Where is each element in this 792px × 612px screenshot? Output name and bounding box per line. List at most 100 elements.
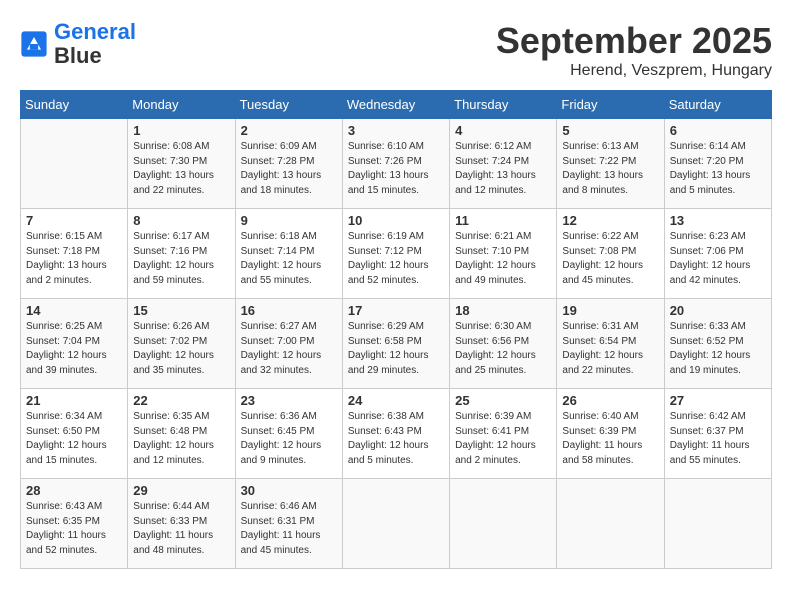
day-number: 12: [562, 213, 658, 228]
calendar-cell: 10 Sunrise: 6:19 AMSunset: 7:12 PMDayligh…: [342, 209, 449, 299]
calendar-body: 1Sunrise: 6:08 AMSunset: 7:30 PMDaylight…: [21, 119, 772, 569]
calendar-cell: 9Sunrise: 6:18 AMSunset: 7:14 PMDaylight…: [235, 209, 342, 299]
calendar-cell: [557, 479, 664, 569]
day-number: 8: [133, 213, 229, 228]
day-number: 15: [133, 303, 229, 318]
day-number: 26: [562, 393, 658, 408]
day-info: Sunrise: 6:19 AMSunset: 7:12 PMDaylight:…: [348, 230, 444, 288]
day-number: 24: [348, 393, 444, 408]
weekday-header: Sunday: [21, 91, 128, 119]
day-number: 30: [241, 483, 337, 498]
day-number: 23: [241, 393, 337, 408]
calendar-cell: 30 Sunrise: 6:46 AMSunset: 6:31 PMDayligh…: [235, 479, 342, 569]
calendar-cell: [664, 479, 771, 569]
day-info: Sunrise: 6:35 AMSunset: 6:48 PMDaylight:…: [133, 410, 229, 468]
month-title: September 2025: [496, 20, 772, 62]
calendar-cell: 5 Sunrise: 6:13 AMSunset: 7:22 PMDaylight…: [557, 119, 664, 209]
calendar-cell: 20Sunrise: 6:33 AMSunset: 6:52 PMDayligh…: [664, 299, 771, 389]
day-info: Sunrise: 6:12 AMSunset: 7:24 PMDaylight:…: [455, 140, 551, 198]
day-info: Sunrise: 6:18 AMSunset: 7:14 PMDaylight:…: [241, 230, 337, 288]
calendar-cell: 7Sunrise: 6:15 AMSunset: 7:18 PMDaylight…: [21, 209, 128, 299]
calendar-cell: 13 Sunrise: 6:23 AMSunset: 7:06 PMDayligh…: [664, 209, 771, 299]
calendar-week-row: 28 Sunrise: 6:43 AMSunset: 6:35 PMDayligh…: [21, 479, 772, 569]
weekday-header: Saturday: [664, 91, 771, 119]
weekday-header: Friday: [557, 91, 664, 119]
day-info: Sunrise: 6:34 AMSunset: 6:50 PMDaylight:…: [26, 410, 122, 468]
calendar-cell: 14 Sunrise: 6:25 AMSunset: 7:04 PMDayligh…: [21, 299, 128, 389]
logo-icon: [20, 30, 48, 58]
calendar-cell: [450, 479, 557, 569]
day-info: Sunrise: 6:17 AMSunset: 7:16 PMDaylight:…: [133, 230, 229, 288]
calendar-week-row: 1Sunrise: 6:08 AMSunset: 7:30 PMDaylight…: [21, 119, 772, 209]
day-number: 3: [348, 123, 444, 138]
calendar-cell: 6 Sunrise: 6:14 AMSunset: 7:20 PMDaylight…: [664, 119, 771, 209]
calendar-cell: 2 Sunrise: 6:09 AMSunset: 7:28 PMDaylight…: [235, 119, 342, 209]
day-number: 29: [133, 483, 229, 498]
day-info: Sunrise: 6:42 AMSunset: 6:37 PMDaylight:…: [670, 410, 766, 468]
weekday-header: Tuesday: [235, 91, 342, 119]
day-info: Sunrise: 6:14 AMSunset: 7:20 PMDaylight:…: [670, 140, 766, 198]
calendar-cell: 28 Sunrise: 6:43 AMSunset: 6:35 PMDayligh…: [21, 479, 128, 569]
day-number: 25: [455, 393, 551, 408]
day-number: 14: [26, 303, 122, 318]
day-number: 1: [133, 123, 229, 138]
day-info: Sunrise: 6:29 AMSunset: 6:58 PMDaylight:…: [348, 320, 444, 378]
day-number: 19: [562, 303, 658, 318]
day-info: Sunrise: 6:40 AMSunset: 6:39 PMDaylight:…: [562, 410, 658, 468]
day-number: 4: [455, 123, 551, 138]
calendar-cell: 29 Sunrise: 6:44 AMSunset: 6:33 PMDayligh…: [128, 479, 235, 569]
day-info: Sunrise: 6:38 AMSunset: 6:43 PMDaylight:…: [348, 410, 444, 468]
day-info: Sunrise: 6:10 AMSunset: 7:26 PMDaylight:…: [348, 140, 444, 198]
location-subtitle: Herend, Veszprem, Hungary: [496, 62, 772, 80]
calendar-cell: [21, 119, 128, 209]
logo: General Blue: [20, 20, 136, 68]
day-info: Sunrise: 6:44 AMSunset: 6:33 PMDaylight:…: [133, 500, 229, 558]
calendar-cell: 8 Sunrise: 6:17 AMSunset: 7:16 PMDaylight…: [128, 209, 235, 299]
day-info: Sunrise: 6:43 AMSunset: 6:35 PMDaylight:…: [26, 500, 122, 558]
page-header: General Blue September 2025 Herend, Vesz…: [20, 20, 772, 80]
calendar-week-row: 14 Sunrise: 6:25 AMSunset: 7:04 PMDayligh…: [21, 299, 772, 389]
calendar-cell: 4 Sunrise: 6:12 AMSunset: 7:24 PMDaylight…: [450, 119, 557, 209]
weekday-header: Wednesday: [342, 91, 449, 119]
calendar-cell: 18Sunrise: 6:30 AMSunset: 6:56 PMDayligh…: [450, 299, 557, 389]
day-info: Sunrise: 6:25 AMSunset: 7:04 PMDaylight:…: [26, 320, 122, 378]
calendar-cell: 15Sunrise: 6:26 AMSunset: 7:02 PMDayligh…: [128, 299, 235, 389]
day-info: Sunrise: 6:46 AMSunset: 6:31 PMDaylight:…: [241, 500, 337, 558]
calendar-cell: 1Sunrise: 6:08 AMSunset: 7:30 PMDaylight…: [128, 119, 235, 209]
calendar-cell: 24 Sunrise: 6:38 AMSunset: 6:43 PMDayligh…: [342, 389, 449, 479]
day-info: Sunrise: 6:30 AMSunset: 6:56 PMDaylight:…: [455, 320, 551, 378]
day-number: 6: [670, 123, 766, 138]
weekday-header-row: SundayMondayTuesdayWednesdayThursdayFrid…: [21, 91, 772, 119]
calendar-cell: 3 Sunrise: 6:10 AMSunset: 7:26 PMDaylight…: [342, 119, 449, 209]
calendar-week-row: 7Sunrise: 6:15 AMSunset: 7:18 PMDaylight…: [21, 209, 772, 299]
day-info: Sunrise: 6:31 AMSunset: 6:54 PMDaylight:…: [562, 320, 658, 378]
day-number: 21: [26, 393, 122, 408]
calendar-cell: 26 Sunrise: 6:40 AMSunset: 6:39 PMDayligh…: [557, 389, 664, 479]
weekday-header: Thursday: [450, 91, 557, 119]
day-number: 20: [670, 303, 766, 318]
calendar-cell: 16Sunrise: 6:27 AMSunset: 7:00 PMDayligh…: [235, 299, 342, 389]
day-info: Sunrise: 6:39 AMSunset: 6:41 PMDaylight:…: [455, 410, 551, 468]
day-info: Sunrise: 6:23 AMSunset: 7:06 PMDaylight:…: [670, 230, 766, 288]
calendar-week-row: 21 Sunrise: 6:34 AMSunset: 6:50 PMDayligh…: [21, 389, 772, 479]
calendar-cell: 22Sunrise: 6:35 AMSunset: 6:48 PMDayligh…: [128, 389, 235, 479]
calendar-cell: [342, 479, 449, 569]
day-info: Sunrise: 6:22 AMSunset: 7:08 PMDaylight:…: [562, 230, 658, 288]
calendar-cell: 17Sunrise: 6:29 AMSunset: 6:58 PMDayligh…: [342, 299, 449, 389]
calendar-cell: 23 Sunrise: 6:36 AMSunset: 6:45 PMDayligh…: [235, 389, 342, 479]
day-info: Sunrise: 6:36 AMSunset: 6:45 PMDaylight:…: [241, 410, 337, 468]
day-number: 2: [241, 123, 337, 138]
calendar-cell: 27Sunrise: 6:42 AMSunset: 6:37 PMDayligh…: [664, 389, 771, 479]
day-number: 13: [670, 213, 766, 228]
day-info: Sunrise: 6:15 AMSunset: 7:18 PMDaylight:…: [26, 230, 122, 288]
calendar-table: SundayMondayTuesdayWednesdayThursdayFrid…: [20, 90, 772, 569]
day-number: 5: [562, 123, 658, 138]
calendar-cell: 25 Sunrise: 6:39 AMSunset: 6:41 PMDayligh…: [450, 389, 557, 479]
day-number: 11: [455, 213, 551, 228]
weekday-header: Monday: [128, 91, 235, 119]
day-info: Sunrise: 6:13 AMSunset: 7:22 PMDaylight:…: [562, 140, 658, 198]
title-block: September 2025 Herend, Veszprem, Hungary: [496, 20, 772, 80]
day-number: 10: [348, 213, 444, 228]
day-info: Sunrise: 6:09 AMSunset: 7:28 PMDaylight:…: [241, 140, 337, 198]
day-number: 28: [26, 483, 122, 498]
